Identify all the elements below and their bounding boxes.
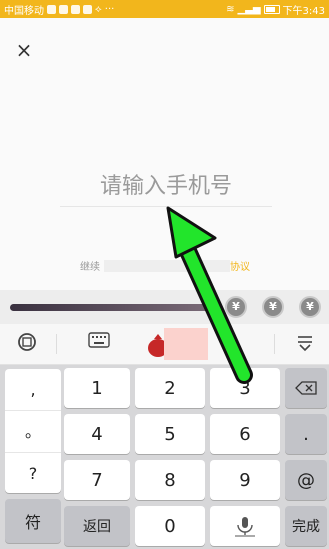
green-arrow-annotation [166, 206, 253, 384]
